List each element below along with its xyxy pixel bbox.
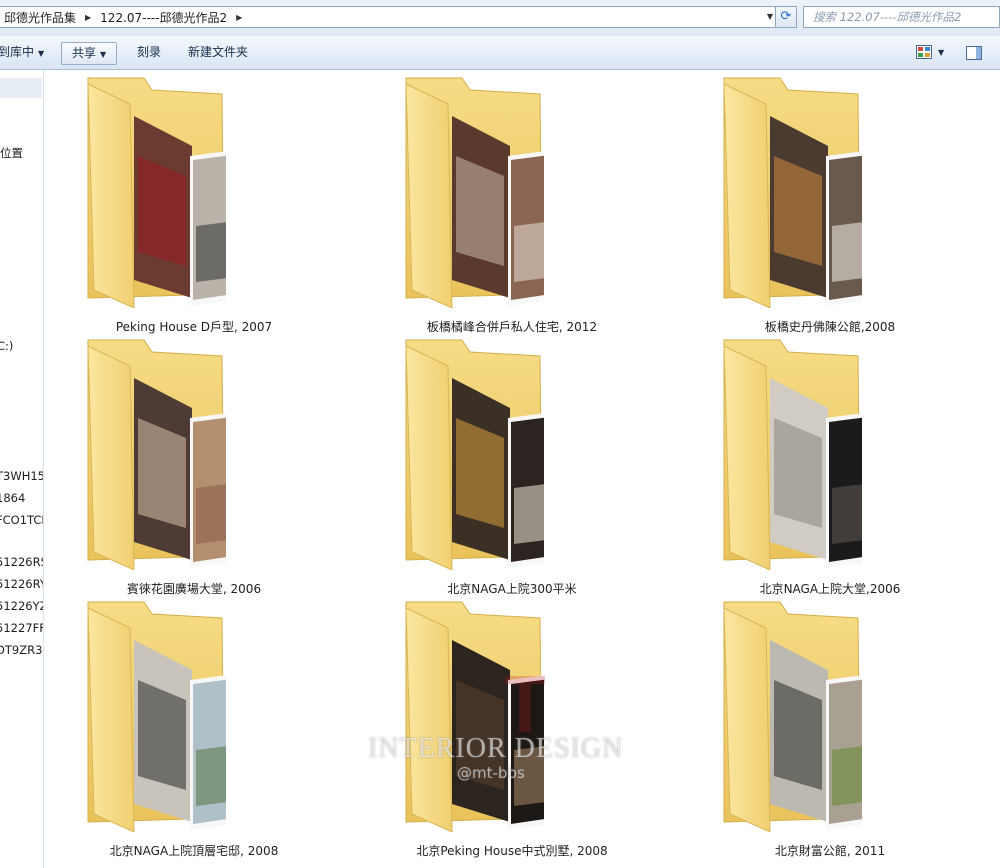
sidebar-item[interactable]: 位置 — [0, 145, 23, 161]
view-options-icon[interactable] — [916, 45, 932, 59]
folder-icon — [723, 339, 862, 570]
chevron-right-icon[interactable]: ▶ — [231, 13, 247, 22]
command-bar: 到库中 ▼ 共享 ▼ 刻录 新建文件夹 ▼ — [0, 36, 1000, 70]
folder-item[interactable]: 板橋史丹佛陳公館,2008 — [680, 70, 980, 334]
include-library-label: 到库中 — [0, 45, 35, 59]
view-dropdown-icon[interactable]: ▼ — [938, 42, 944, 63]
folder-item[interactable]: 板橋橘峰合併戶私人住宅, 2012 — [362, 70, 662, 334]
watermark-text: INTERIOR DESIGN — [368, 733, 624, 764]
folder-name: 北京Peking House中式別墅, 2008 — [416, 844, 608, 858]
chevron-down-icon: ▼ — [38, 49, 45, 58]
sidebar-item[interactable]: 1864 — [0, 491, 25, 505]
share-label: 共享 — [72, 46, 97, 60]
folder-item[interactable]: 北京NAGA上院頂層宅邸, 2008 — [44, 594, 344, 858]
folder-item[interactable]: 北京NAGA上院大堂,2006 — [680, 332, 980, 596]
sidebar-item[interactable]: FCO1TCI — [0, 513, 43, 527]
folder-icon — [405, 339, 544, 570]
sidebar-item[interactable]: 51226RY — [0, 577, 43, 591]
folder-icon — [87, 77, 226, 308]
sidebar-item[interactable]: 51226YZ — [0, 599, 43, 613]
folder-icon — [723, 77, 862, 308]
chevron-right-icon[interactable]: ▶ — [80, 13, 96, 22]
navigation-pane: 位置 C:) T3WH15 1864 FCO1TCI 51226RS 51226… — [0, 70, 44, 868]
sidebar-item[interactable]: 51227FF — [0, 621, 43, 635]
chevron-down-icon: ▼ — [100, 50, 107, 59]
sidebar-item[interactable]: C:) — [0, 339, 13, 353]
breadcrumb-item-current[interactable]: 122.07----邱德光作品2 — [96, 9, 231, 26]
sidebar-item[interactable]: 51226RS — [0, 555, 43, 569]
new-folder-button[interactable]: 新建文件夹 — [188, 42, 248, 63]
preview-pane-icon[interactable] — [966, 46, 982, 60]
folder-icon — [87, 339, 226, 570]
include-library-button[interactable]: 到库中 ▼ — [0, 42, 44, 63]
address-bar: 邱德光作品集 ▶ 122.07----邱德光作品2 ▶ ▼ ⟳ 搜索 122.0… — [0, 0, 1000, 37]
folder-item[interactable]: Peking House D戶型, 2007 — [44, 70, 344, 334]
folder-name: 北京財富公館, 2011 — [774, 844, 886, 858]
search-input[interactable]: 搜索 122.07----邱德光作品2 — [803, 6, 1000, 28]
folder-icon — [405, 77, 544, 308]
folder-item[interactable]: 賓徠花園廣場大堂, 2006 — [44, 332, 344, 596]
folder-item[interactable]: 北京NAGA上院300平米 — [362, 332, 662, 596]
watermark-subtext: @mt-bbs — [457, 764, 525, 782]
folder-icon — [723, 601, 862, 832]
folder-item[interactable]: 北京財富公館, 2011 — [680, 594, 980, 858]
refresh-button[interactable]: ⟳ — [775, 6, 797, 28]
burn-button[interactable]: 刻录 — [137, 42, 161, 63]
refresh-icon: ⟳ — [780, 9, 792, 24]
sidebar-item[interactable]: DT9ZR3 — [0, 643, 42, 657]
breadcrumb-item-collection[interactable]: 邱德光作品集 — [0, 9, 80, 26]
sidebar-selected-item[interactable] — [0, 78, 42, 98]
breadcrumb[interactable]: 邱德光作品集 ▶ 122.07----邱德光作品2 ▶ ▼ — [0, 6, 797, 28]
share-button[interactable]: 共享 ▼ — [61, 42, 118, 65]
folder-name: 北京NAGA上院頂層宅邸, 2008 — [109, 844, 279, 858]
folder-icon — [87, 601, 226, 832]
sidebar-item[interactable]: T3WH15 — [0, 469, 43, 483]
watermark-logo — [505, 676, 545, 732]
